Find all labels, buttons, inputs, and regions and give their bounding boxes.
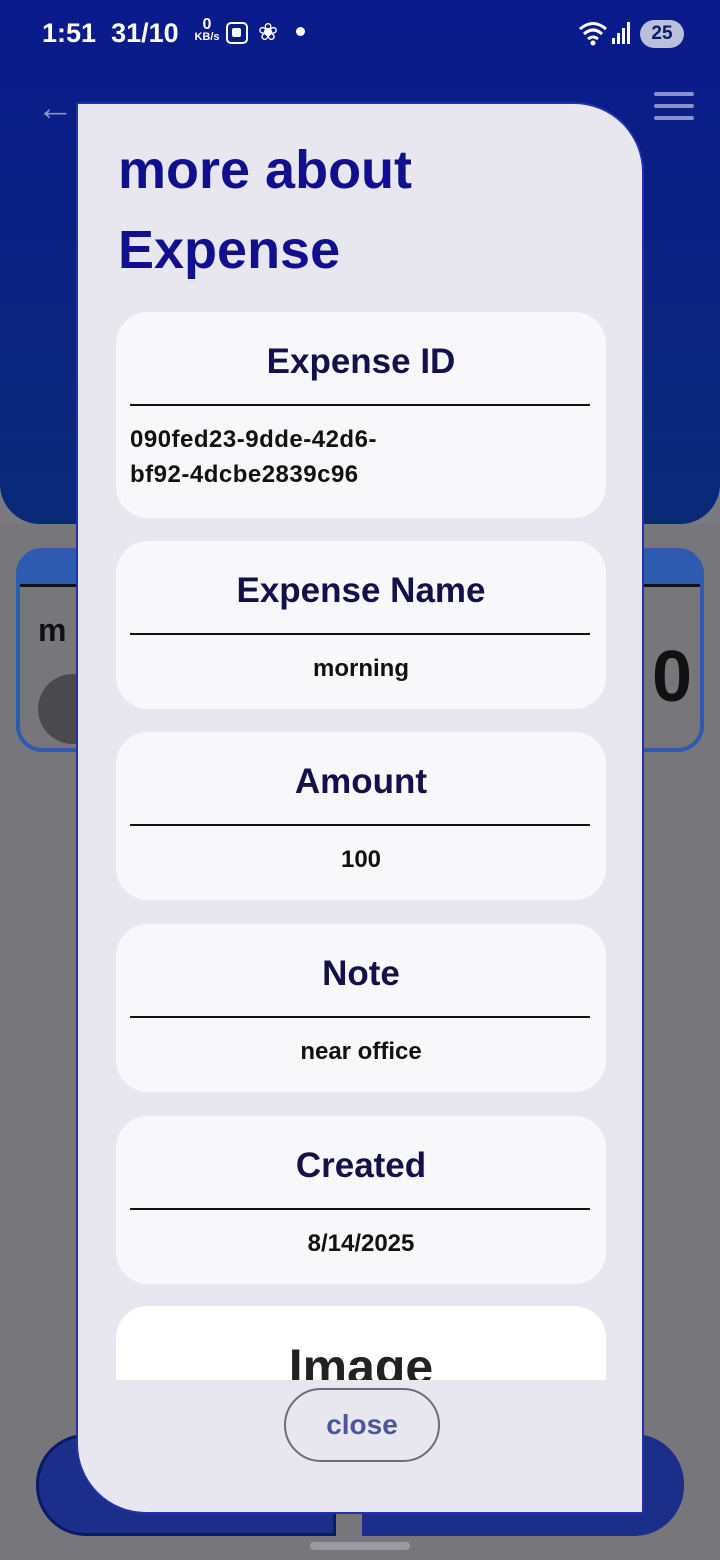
status-bar: 1:51 31/10 0 KB/s ❀ 25 [0, 0, 720, 70]
field-value: 8/14/2025 [307, 1230, 415, 1257]
back-arrow-icon[interactable]: ← [36, 88, 76, 128]
field-image: Image [116, 1306, 606, 1380]
field-amount: Amount 100 [116, 732, 606, 900]
divider [130, 633, 590, 635]
details-scroll-area[interactable]: Expense ID 090fed23-9dde-42d6-bf92-4dcbe… [78, 310, 642, 1380]
close-button[interactable]: close [284, 1388, 440, 1462]
leaf-icon: ❀ [258, 19, 279, 46]
screenshot-icon [226, 22, 248, 44]
card-expense-name: m [38, 612, 67, 648]
field-label: Note [322, 954, 400, 993]
expense-details-modal: more about Expense Expense ID 090fed23-9… [76, 102, 644, 1514]
field-label: Amount [294, 762, 428, 801]
field-value: near office [300, 1038, 422, 1065]
field-label: Image [288, 1339, 434, 1380]
card-amount: 0 [652, 637, 693, 717]
field-expense-id: Expense ID 090fed23-9dde-42d6-bf92-4dcbe… [116, 312, 606, 518]
status-time: 1:51 31/10 [42, 18, 179, 48]
divider [130, 404, 590, 406]
field-label: Created [295, 1146, 427, 1185]
divider [130, 1208, 590, 1210]
signal-strength-icon [612, 22, 632, 44]
field-value: 100 [340, 846, 382, 873]
battery-icon: 25 [640, 20, 684, 48]
wifi-icon [579, 22, 607, 46]
divider [130, 1016, 590, 1018]
notification-dot-icon [296, 27, 305, 36]
field-label: Expense ID [266, 342, 456, 381]
network-speed: 0 KB/s [194, 16, 220, 44]
field-note: Note near office [116, 924, 606, 1092]
modal-title: more about Expense [118, 140, 413, 280]
hamburger-menu-icon[interactable] [654, 92, 694, 126]
field-expense-name: Expense Name morning [116, 541, 606, 709]
gesture-home-bar[interactable] [310, 1542, 410, 1550]
field-value: 090fed23-9dde-42d6-bf92-4dcbe2839c96 [130, 426, 377, 488]
field-created: Created 8/14/2025 [116, 1116, 606, 1284]
divider [130, 824, 590, 826]
field-value: morning [313, 655, 409, 682]
field-label: Expense Name [236, 571, 486, 610]
